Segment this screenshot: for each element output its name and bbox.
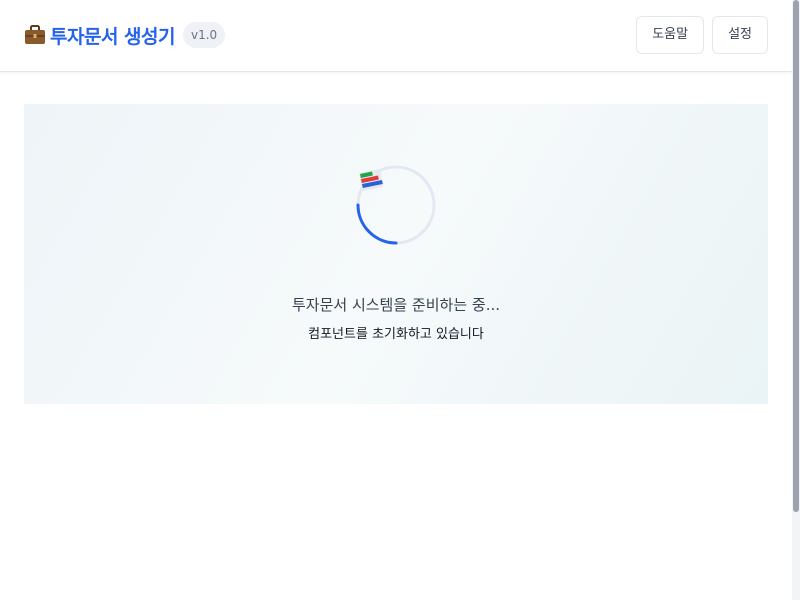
app-window: 투자문서 생성기 v1.0 도움말 설정 투자문서 시스템을 준비하는 중...… — [0, 0, 792, 600]
help-button[interactable]: 도움말 — [636, 16, 705, 54]
bar-chart-icon — [359, 169, 383, 191]
loading-spinner — [356, 165, 436, 245]
brand[interactable]: 투자문서 생성기 v1.0 — [24, 22, 226, 48]
vertical-scrollbar[interactable] — [792, 0, 800, 600]
loading-subtitle: 컴포넌트를 초기화하고 있습니다 — [308, 327, 484, 342]
settings-button[interactable]: 설정 — [712, 16, 768, 54]
header-actions: 도움말 설정 — [628, 16, 768, 54]
loading-panel: 투자문서 시스템을 준비하는 중... 컴포넌트를 초기화하고 있습니다 — [24, 104, 768, 404]
top-header: 투자문서 생성기 v1.0 도움말 설정 — [0, 0, 792, 72]
loading-title: 투자문서 시스템을 준비하는 중... — [291, 296, 500, 314]
version-badge: v1.0 — [182, 22, 226, 48]
briefcase-icon — [25, 25, 45, 44]
scrollbar-thumb[interactable] — [793, 0, 799, 512]
app-title: 투자문서 생성기 — [50, 25, 175, 48]
